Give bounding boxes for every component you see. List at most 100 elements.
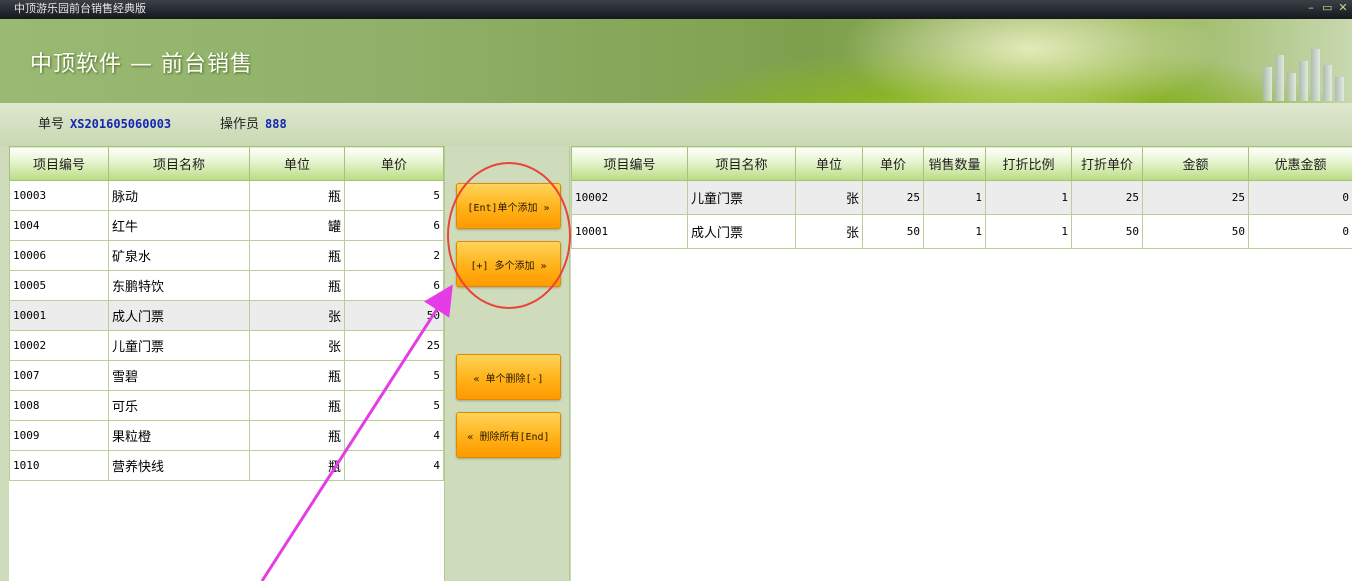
col-header-item-name[interactable]: 项目名称: [687, 146, 796, 181]
cell-item-name: 成人门票: [687, 214, 796, 249]
add-multiple-button[interactable]: [+] 多个添加 »: [456, 241, 561, 287]
product-row[interactable]: 1007 雪碧瓶 5: [9, 360, 444, 391]
cell-item-name: 脉动: [108, 180, 250, 211]
col-header-price[interactable]: 单价: [344, 146, 444, 181]
close-icon[interactable]: ✕: [1338, 0, 1348, 19]
cell-item-code: 10001: [571, 214, 688, 249]
col-header-discount-ratio[interactable]: 打折比例: [985, 146, 1072, 181]
sales-row[interactable]: 10001 成人门票张 50 1 1 50 50 0: [571, 214, 1352, 249]
col-header-item-name[interactable]: 项目名称: [108, 146, 250, 181]
cell-price: 2: [344, 240, 444, 271]
cell-item-code: 1007: [9, 360, 109, 391]
cell-item-code: 1009: [9, 420, 109, 451]
col-header-item-code[interactable]: 项目编号: [9, 146, 109, 181]
col-header-price[interactable]: 单价: [862, 146, 924, 181]
sales-list-panel: 项目编号 项目名称 单位 单价 销售数量 打折比例 打折单价 金额 优惠金额 1…: [571, 146, 1352, 581]
sales-row[interactable]: 10002 儿童门票张 25 1 1 25 25 0: [571, 180, 1352, 215]
col-header-item-code[interactable]: 项目编号: [571, 146, 688, 181]
cell-item-name: 儿童门票: [108, 330, 250, 361]
cell-unit: 瓶: [249, 180, 345, 211]
cell-item-code: 1008: [9, 390, 109, 421]
cell-price: 25: [344, 330, 444, 361]
restore-icon[interactable]: ▭: [1322, 0, 1332, 19]
cell-unit: 瓶: [249, 450, 345, 481]
cell-sale-quantity: 1: [923, 214, 986, 249]
product-list-panel: 项目编号 项目名称 单位 单价 10003 脉动瓶 5 1004 红牛罐 6 10006 矿泉…: [9, 146, 444, 581]
col-header-amount[interactable]: 金额: [1142, 146, 1249, 181]
header-banner: 中顶软件 — 前台销售: [0, 19, 1352, 103]
cell-item-code: 10001: [9, 300, 109, 331]
col-header-unit[interactable]: 单位: [795, 146, 863, 181]
product-row[interactable]: 1009 果粒橙瓶 4: [9, 420, 444, 451]
sales-table-header: 项目编号 项目名称 单位 单价 销售数量 打折比例 打折单价 金额 优惠金额: [571, 146, 1352, 181]
cell-discount-amount: 0: [1248, 180, 1352, 215]
cell-item-code: 1004: [9, 210, 109, 241]
cell-unit: 瓶: [249, 360, 345, 391]
cell-price: 5: [344, 360, 444, 391]
cell-price: 6: [344, 210, 444, 241]
cell-unit: 瓶: [249, 420, 345, 451]
cell-item-name: 东鹏特饮: [108, 270, 250, 301]
window-titlebar: 中顶游乐园前台销售经典版 – ▭ ✕: [0, 0, 1352, 19]
product-row[interactable]: 10001 成人门票张 50: [9, 300, 444, 331]
app-title: 中顶软件 — 前台销售: [30, 52, 253, 77]
add-single-button[interactable]: [Ent]单个添加 »: [456, 183, 561, 229]
cell-discount-price: 50: [1071, 214, 1143, 249]
cell-discount-ratio: 1: [985, 214, 1072, 249]
cell-amount: 25: [1142, 180, 1249, 215]
product-row[interactable]: 10006 矿泉水瓶 2: [9, 240, 444, 271]
cell-amount: 50: [1142, 214, 1249, 249]
cell-unit: 张: [795, 180, 863, 215]
order-number-label: 单号: [38, 117, 65, 132]
cell-discount-ratio: 1: [985, 180, 1072, 215]
cell-price: 50: [862, 214, 924, 249]
cell-item-code: 10003: [9, 180, 109, 211]
banner-glow: [840, 19, 1220, 103]
cell-item-name: 成人门票: [108, 300, 250, 331]
cell-item-name: 果粒橙: [108, 420, 250, 451]
cell-item-name: 可乐: [108, 390, 250, 421]
col-header-discount-price[interactable]: 打折单价: [1071, 146, 1143, 181]
product-row[interactable]: 1008 可乐瓶 5: [9, 390, 444, 421]
cell-unit: 罐: [249, 210, 345, 241]
cell-item-name: 红牛: [108, 210, 250, 241]
product-table-header: 项目编号 项目名称 单位 单价: [9, 146, 444, 181]
delete-all-button[interactable]: « 删除所有[End]: [456, 412, 561, 458]
product-row[interactable]: 1004 红牛罐 6: [9, 210, 444, 241]
cell-sale-quantity: 1: [923, 180, 986, 215]
minimize-icon[interactable]: –: [1306, 0, 1316, 19]
order-info-bar: 单号 XS201605060003 操作员 888: [0, 103, 1352, 146]
cell-price: 4: [344, 450, 444, 481]
col-header-unit[interactable]: 单位: [249, 146, 345, 181]
cell-price: 5: [344, 390, 444, 421]
cell-discount-price: 25: [1071, 180, 1143, 215]
cell-item-name: 矿泉水: [108, 240, 250, 271]
col-header-sale-quantity[interactable]: 销售数量: [923, 146, 986, 181]
cell-unit: 张: [795, 214, 863, 249]
cell-item-code: 10005: [9, 270, 109, 301]
operator-value: 888: [265, 117, 287, 131]
action-button-panel: [Ent]单个添加 » [+] 多个添加 » « 单个删除[-] « 删除所有[…: [444, 146, 570, 581]
col-header-discount-amount[interactable]: 优惠金额: [1248, 146, 1352, 181]
window-controls: – ▭ ✕: [1306, 0, 1348, 19]
cell-unit: 瓶: [249, 390, 345, 421]
cell-item-code: 10002: [9, 330, 109, 361]
cell-price: 50: [344, 300, 444, 331]
cell-item-code: 10006: [9, 240, 109, 271]
city-skyline-icon: [1263, 49, 1344, 101]
cell-item-code: 10002: [571, 180, 688, 215]
product-row[interactable]: 1010 营养快线瓶 4: [9, 450, 444, 481]
operator-label: 操作员: [220, 117, 260, 132]
cell-price: 5: [344, 180, 444, 211]
product-row[interactable]: 10005 东鹏特饮瓶 6: [9, 270, 444, 301]
cell-item-name: 雪碧: [108, 360, 250, 391]
delete-single-button[interactable]: « 单个删除[-]: [456, 354, 561, 400]
cell-item-name: 营养快线: [108, 450, 250, 481]
cell-unit: 张: [249, 300, 345, 331]
sales-table: 项目编号 项目名称 单位 单价 销售数量 打折比例 打折单价 金额 优惠金额 1…: [571, 146, 1352, 249]
product-row[interactable]: 10003 脉动瓶 5: [9, 180, 444, 211]
cell-item-name: 儿童门票: [687, 180, 796, 215]
order-number-value: XS201605060003: [70, 117, 172, 131]
cell-unit: 瓶: [249, 240, 345, 271]
product-row[interactable]: 10002 儿童门票张 25: [9, 330, 444, 361]
